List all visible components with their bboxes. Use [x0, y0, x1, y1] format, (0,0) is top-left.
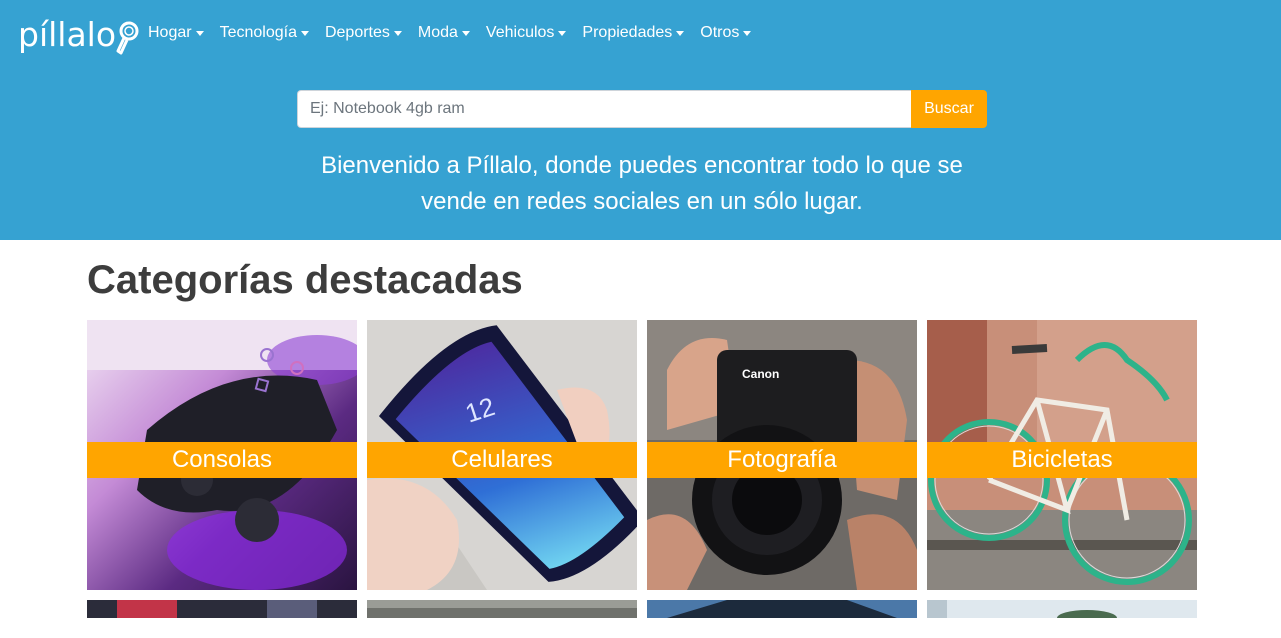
category-card-bicicletas[interactable]: Bicicletas [927, 320, 1197, 590]
nav-item-moda[interactable]: Moda [410, 22, 478, 44]
category-card-partial-3[interactable] [647, 600, 917, 618]
nav-label: Propiedades [582, 24, 673, 41]
caret-down-icon [461, 31, 470, 36]
nav-item-tecnologia[interactable]: Tecnología [212, 22, 317, 44]
caret-down-icon [558, 31, 567, 36]
category-label: Consolas [87, 442, 357, 478]
caret-down-icon [393, 31, 402, 36]
welcome-text: Bienvenido a Píllalo, donde puedes encon… [321, 152, 963, 215]
category-image [367, 600, 637, 618]
caret-down-icon [743, 31, 752, 36]
category-card-celulares[interactable]: 12 Celulares [367, 320, 637, 590]
category-card-fotografia[interactable]: Canon Fotografía [647, 320, 917, 590]
nav-label: Tecnología [219, 24, 297, 41]
search-form: Buscar [297, 90, 987, 128]
search-button[interactable]: Buscar [911, 90, 987, 128]
search-input[interactable] [297, 90, 911, 128]
category-card-partial-4[interactable] [927, 600, 1197, 618]
nav-item-otros[interactable]: Otros [692, 22, 759, 44]
category-label: Fotografía [647, 442, 917, 478]
category-image [87, 600, 357, 618]
brand-logo[interactable]: píllalo [18, 8, 142, 60]
nav-label: Moda [417, 24, 458, 41]
category-image [647, 600, 917, 618]
nav-item-hogar[interactable]: Hogar [140, 22, 212, 44]
caret-down-icon [195, 31, 204, 36]
main-nav: Hogar Tecnología Deportes Moda Vehiculos… [140, 22, 759, 44]
nav-item-deportes[interactable]: Deportes [317, 22, 410, 44]
nav-label: Hogar [148, 24, 192, 41]
nav-label: Vehiculos [485, 24, 555, 41]
section-title: Categorías destacadas [87, 258, 523, 302]
category-label: Celulares [367, 442, 637, 478]
category-label: Bicicletas [927, 442, 1197, 478]
category-card-consolas[interactable]: Consolas [87, 320, 357, 590]
category-card-partial-2[interactable] [367, 600, 637, 618]
svg-text:Canon: Canon [742, 367, 779, 381]
brand-name: píllalo [18, 14, 117, 54]
hero-banner: píllalo Hogar Tecnología Deportes Moda V… [0, 0, 1281, 240]
caret-down-icon [676, 31, 685, 36]
nav-label: Otros [700, 24, 740, 41]
caret-down-icon [300, 31, 309, 36]
category-card-partial-1[interactable] [87, 600, 357, 618]
magnifier-icon [116, 21, 139, 55]
nav-item-propiedades[interactable]: Propiedades [574, 22, 692, 44]
nav-label: Deportes [324, 24, 390, 41]
nav-item-vehiculos[interactable]: Vehiculos [478, 22, 575, 44]
category-image [927, 600, 1197, 618]
